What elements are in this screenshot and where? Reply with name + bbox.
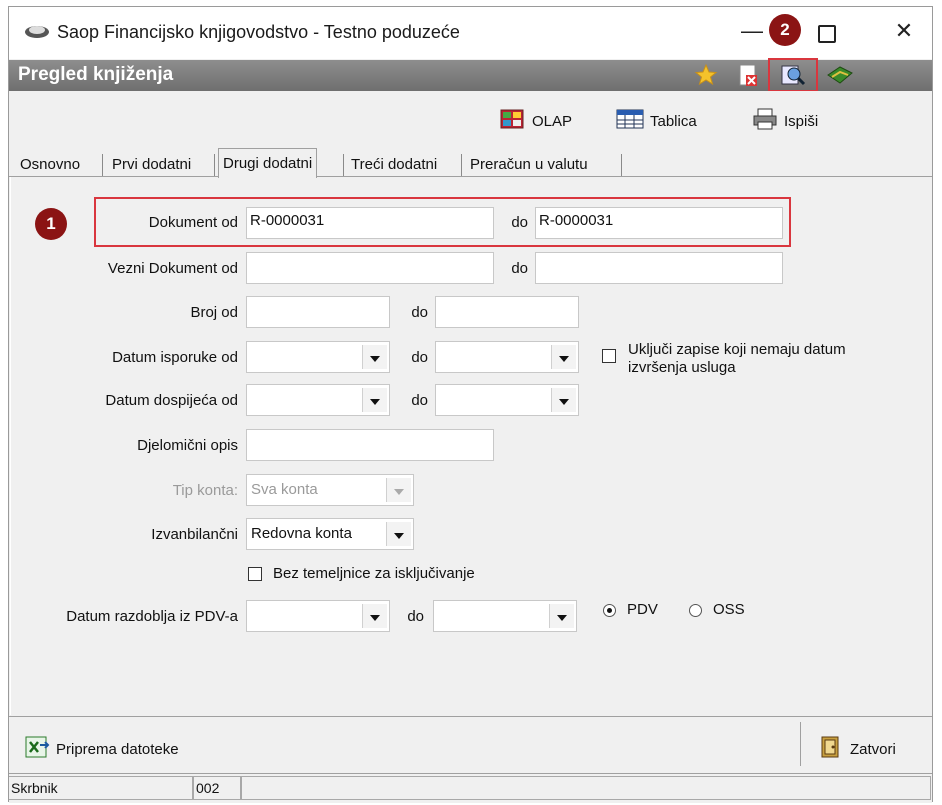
zatvori-label: Zatvori bbox=[850, 740, 896, 758]
datum-isporuke-od-label: Datum isporuke od bbox=[112, 349, 238, 366]
datum-razdoblja-od-select[interactable] bbox=[246, 600, 390, 632]
tab-separator bbox=[621, 154, 622, 176]
table-icon bbox=[616, 108, 644, 134]
vezni-dokument-do-label: do bbox=[511, 260, 528, 277]
tab-preracun-u-valutu[interactable]: Preračun u valutu bbox=[466, 152, 592, 176]
oss-radio-label: OSS bbox=[713, 601, 745, 618]
chevron-down-icon[interactable] bbox=[362, 604, 387, 628]
tab-treci-dodatni[interactable]: Treći dodatni bbox=[347, 152, 441, 176]
delete-filter-icon[interactable] bbox=[738, 64, 760, 88]
exit-book-icon[interactable] bbox=[826, 63, 854, 87]
datum-isporuke-do-label: do bbox=[411, 349, 428, 366]
ispisi-label: Ispiši bbox=[784, 112, 819, 130]
app-logo-icon bbox=[24, 22, 50, 40]
djelomicni-opis-label: Djelomični opis bbox=[137, 437, 238, 454]
olap-label: OLAP bbox=[532, 112, 573, 130]
datum-dospijeca-do-label: do bbox=[411, 392, 428, 409]
datum-dospijeca-do-select[interactable] bbox=[435, 384, 579, 416]
tablica-label: Tablica bbox=[650, 112, 697, 130]
window-title: Saop Financijsko knjigovodstvo - Testno … bbox=[57, 22, 460, 42]
broj-od-label: Broj od bbox=[190, 304, 238, 321]
datum-razdoblja-do-select[interactable] bbox=[433, 600, 577, 632]
broj-od-input[interactable] bbox=[246, 296, 390, 328]
vezni-dokument-od-input[interactable] bbox=[246, 252, 494, 284]
datum-dospijeca-od-select[interactable] bbox=[246, 384, 390, 416]
dokument-od-input[interactable]: R-0000031 bbox=[246, 207, 494, 239]
priprema-datoteke-button[interactable]: Priprema datoteke bbox=[24, 735, 179, 763]
datum-dospijeca-od-label: Datum dospijeća od bbox=[105, 392, 238, 409]
tip-konta-label: Tip konta: bbox=[172, 482, 238, 499]
vezni-dokument-od-label: Vezni Dokument od bbox=[107, 260, 238, 277]
oss-radio[interactable] bbox=[689, 604, 702, 617]
chevron-down-icon[interactable] bbox=[362, 345, 387, 369]
chevron-down-icon[interactable] bbox=[362, 388, 387, 412]
close-button[interactable]: ✕ bbox=[884, 18, 924, 44]
bottom-separator bbox=[800, 722, 801, 766]
ukljuci-zapise-label: Uključi zapise koji nemaju datum izvršen… bbox=[628, 341, 846, 376]
dokument-do-label: do bbox=[511, 214, 528, 231]
datum-isporuke-do-select[interactable] bbox=[435, 341, 579, 373]
datum-razdoblja-pdv-label: Datum razdoblja iz PDV-a bbox=[66, 608, 238, 625]
maximize-button[interactable] bbox=[818, 25, 836, 43]
olap-button[interactable]: OLAP bbox=[500, 108, 572, 134]
zatvori-button[interactable]: Zatvori bbox=[818, 735, 896, 763]
tab-separator bbox=[102, 154, 103, 176]
printer-icon bbox=[752, 108, 778, 134]
tablica-button[interactable]: Tablica bbox=[616, 108, 697, 134]
status-user: Skrbnik bbox=[9, 776, 193, 800]
step-badge-1: 1 bbox=[35, 208, 67, 240]
ispisi-button[interactable]: Ispiši bbox=[752, 108, 818, 134]
vezni-dokument-do-input[interactable] bbox=[535, 252, 783, 284]
olap-icon bbox=[500, 108, 526, 134]
broj-do-label: do bbox=[411, 304, 428, 321]
chevron-down-icon[interactable] bbox=[551, 388, 576, 412]
izvanbilancni-label: Izvanbilančni bbox=[151, 526, 238, 543]
excel-export-icon bbox=[24, 735, 50, 763]
tab-drugi-dodatni[interactable]: Drugi dodatni bbox=[218, 148, 318, 178]
dokument-do-input[interactable]: R-0000031 bbox=[535, 207, 783, 239]
izvanbilancni-value: Redovna konta bbox=[251, 525, 352, 542]
tab-separator bbox=[214, 154, 215, 176]
tab-separator bbox=[461, 154, 462, 176]
page-title: Pregled knjiženja bbox=[18, 64, 174, 85]
status-code: 002 bbox=[193, 776, 241, 800]
exit-door-icon bbox=[818, 735, 844, 763]
broj-do-input[interactable] bbox=[435, 296, 579, 328]
djelomicni-opis-input[interactable] bbox=[246, 429, 494, 461]
izvanbilancni-select[interactable]: Redovna konta bbox=[246, 518, 414, 550]
tab-prvi-dodatni[interactable]: Prvi dodatni bbox=[108, 152, 195, 176]
ukljuci-zapise-checkbox[interactable] bbox=[602, 349, 616, 363]
refresh-search-icon[interactable] bbox=[780, 63, 806, 87]
chevron-down-icon[interactable] bbox=[549, 604, 574, 628]
pdv-radio[interactable] bbox=[603, 604, 616, 617]
datum-razdoblja-do-label: do bbox=[407, 608, 424, 625]
chevron-down-icon[interactable] bbox=[386, 522, 411, 546]
dokument-od-label: Dokument od bbox=[148, 214, 238, 231]
bez-temeljnice-label: Bez temeljnice za isključivanje bbox=[273, 565, 475, 582]
tab-separator bbox=[343, 154, 344, 176]
tip-konta-value: Sva konta bbox=[251, 481, 318, 498]
chevron-down-icon[interactable] bbox=[551, 345, 576, 369]
datum-isporuke-od-select[interactable] bbox=[246, 341, 390, 373]
priprema-datoteke-label: Priprema datoteke bbox=[56, 740, 179, 758]
tab-osnovno[interactable]: Osnovno bbox=[16, 152, 84, 176]
minimize-button[interactable]: — bbox=[732, 18, 772, 44]
bez-temeljnice-checkbox[interactable] bbox=[248, 567, 262, 581]
chevron-down-icon bbox=[386, 478, 411, 502]
tip-konta-select: Sva konta bbox=[246, 474, 414, 506]
step-badge-2: 2 bbox=[769, 14, 801, 46]
status-empty bbox=[241, 776, 931, 800]
pdv-radio-label: PDV bbox=[627, 601, 658, 618]
favorite-star-icon[interactable] bbox=[694, 63, 718, 87]
